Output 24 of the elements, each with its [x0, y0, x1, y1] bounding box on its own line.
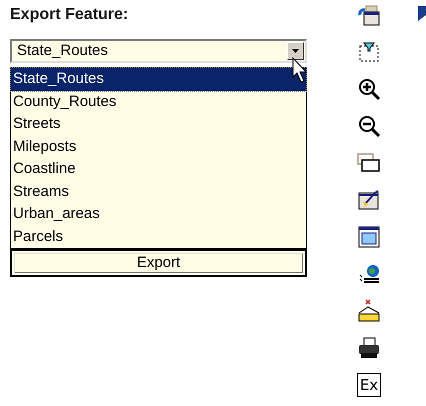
dropdown-option[interactable]: Parcels — [11, 226, 306, 248]
flag-icon[interactable] — [417, 5, 426, 23]
ex-label-icon[interactable]: Ex — [357, 373, 381, 397]
printer-icon[interactable] — [357, 336, 381, 360]
zoom-in-icon[interactable] — [357, 77, 381, 101]
ruler-icon[interactable] — [357, 299, 381, 323]
globe-layers-icon[interactable] — [357, 262, 381, 286]
brush-window-icon[interactable] — [357, 188, 381, 212]
full-extent-icon[interactable] — [357, 225, 381, 249]
dropdown-option[interactable]: Streets — [11, 113, 306, 136]
dropdown-option[interactable]: County_Routes — [11, 90, 306, 113]
rectangles-icon[interactable] — [357, 151, 381, 175]
dropdown-option[interactable]: Urban_areas — [11, 203, 306, 226]
select-box-icon[interactable] — [357, 40, 381, 64]
dropdown-value: State_Routes — [16, 40, 108, 61]
feature-dropdown[interactable]: State_Routes — [10, 39, 307, 63]
export-button[interactable]: Export — [10, 249, 307, 277]
dropdown-option[interactable]: Mileposts — [11, 136, 306, 158]
dropdown-option[interactable]: State_Routes — [11, 68, 306, 90]
window-arrow-icon[interactable] — [357, 3, 381, 27]
dropdown-option[interactable]: Coastline — [11, 158, 306, 180]
panel-title: Export Feature: — [10, 5, 130, 25]
zoom-out-icon[interactable] — [357, 114, 381, 138]
dropdown-option[interactable]: Streams — [11, 180, 306, 203]
